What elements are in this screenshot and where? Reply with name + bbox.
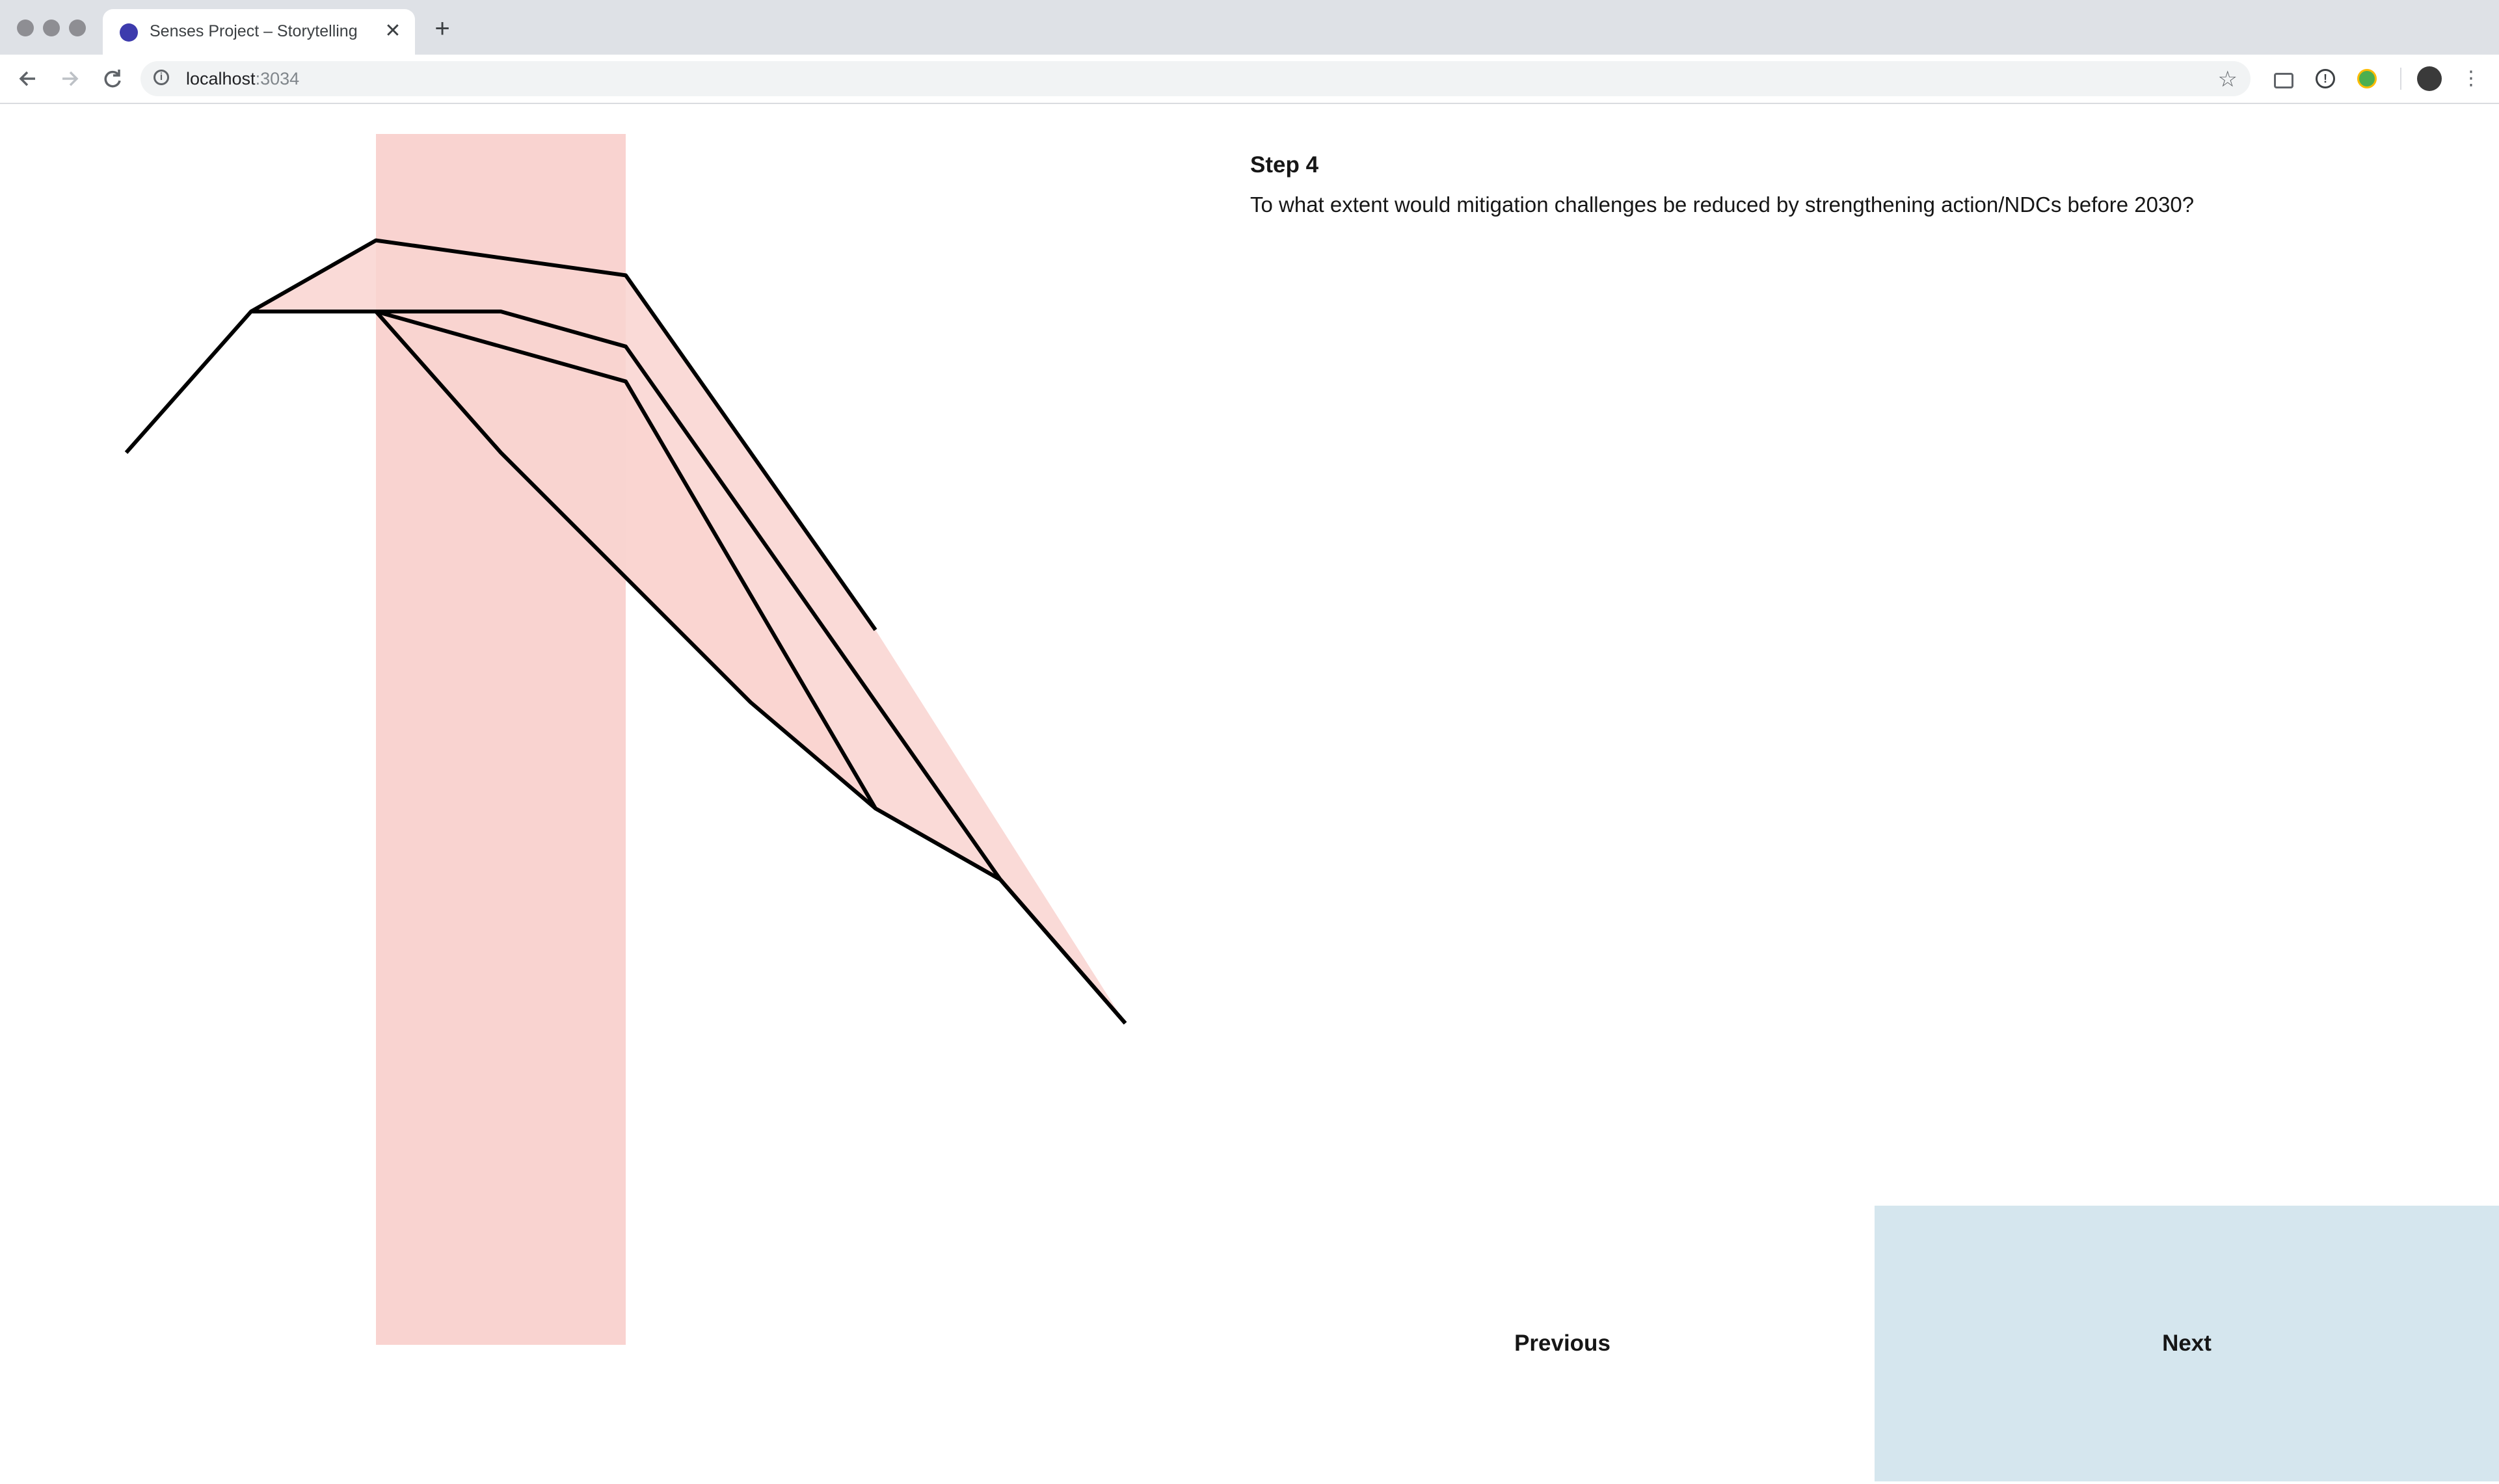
- toolbar-divider: [2400, 68, 2401, 90]
- address-bar[interactable]: i localhost:3034 ☆: [140, 61, 2251, 96]
- back-icon[interactable]: [13, 64, 43, 94]
- password-icon[interactable]: !: [2316, 69, 2335, 88]
- step-heading: Step 4: [1250, 152, 1319, 178]
- extension-icon[interactable]: [2357, 69, 2377, 88]
- reload-icon[interactable]: [98, 64, 127, 94]
- url-host: localhost: [186, 69, 256, 88]
- star-icon[interactable]: ☆: [2218, 66, 2238, 92]
- window-minimize-dot[interactable]: [43, 20, 60, 36]
- browser-window: Senses Project – Storytelling ✕ + i loca…: [0, 0, 2499, 1484]
- camera-icon[interactable]: [2274, 73, 2293, 88]
- tab-title: Senses Project – Storytelling: [150, 22, 358, 40]
- previous-button[interactable]: Previous: [1250, 1206, 1875, 1481]
- emissions-pathway-chart: [124, 134, 1127, 1345]
- info-icon[interactable]: i: [154, 70, 169, 85]
- browser-tab[interactable]: Senses Project – Storytelling ✕: [103, 9, 415, 55]
- next-button[interactable]: Next: [1875, 1206, 2499, 1481]
- new-tab-icon[interactable]: +: [429, 16, 455, 42]
- favicon-icon: [120, 23, 138, 42]
- browser-toolbar: i localhost:3034 ☆ ! ⋮: [0, 55, 2499, 104]
- window-maximize-dot[interactable]: [69, 20, 86, 36]
- url-port: :3034: [255, 69, 300, 88]
- tab-strip: Senses Project – Storytelling ✕ +: [0, 0, 2499, 55]
- pathway-line-1: [124, 310, 376, 454]
- forward-icon[interactable]: [55, 64, 85, 94]
- window-close-dot[interactable]: [17, 20, 34, 36]
- menu-icon[interactable]: ⋮: [2456, 64, 2486, 94]
- profile-avatar[interactable]: [2417, 66, 2442, 91]
- step-question: To what extent would mitigation challeng…: [1250, 192, 2195, 217]
- tab-close-icon[interactable]: ✕: [380, 18, 406, 44]
- url-text: localhost:3034: [186, 69, 299, 89]
